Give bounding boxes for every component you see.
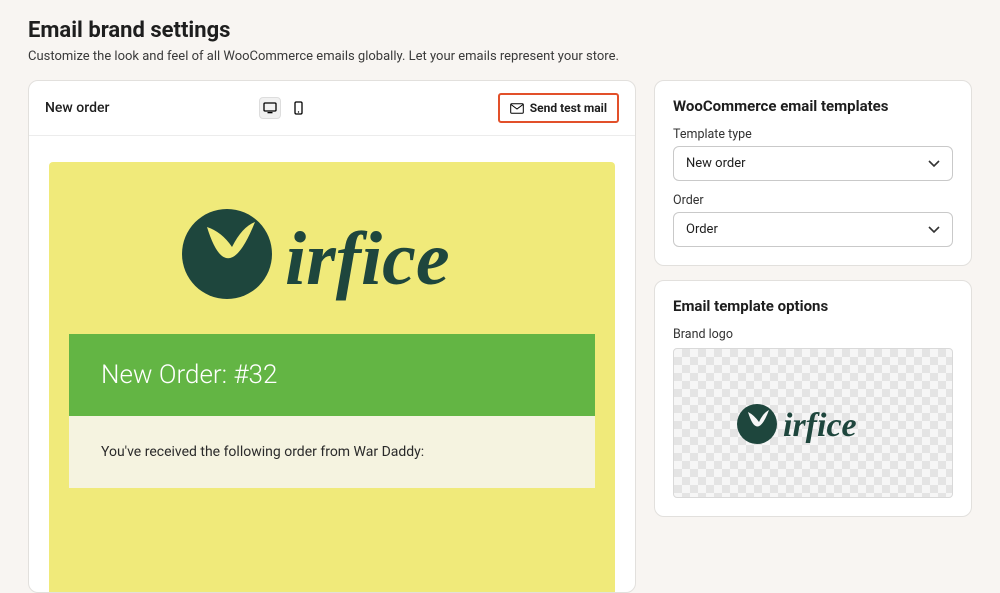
svg-text:irfice: irfice (285, 217, 450, 301)
preview-toolbar: New order Send test mail (29, 81, 635, 136)
desktop-view-button[interactable] (259, 97, 281, 119)
templates-section: WooCommerce email templates Template typ… (654, 80, 972, 266)
order-select-value: Order (686, 222, 718, 237)
desktop-icon (263, 102, 277, 114)
chevron-down-icon (928, 160, 940, 168)
page-subtitle: Customize the look and feel of all WooCo… (28, 49, 972, 64)
order-label: Order (673, 193, 953, 208)
template-type-label: Template type (673, 127, 953, 142)
order-select[interactable]: Order (673, 212, 953, 247)
preview-title: New order (45, 100, 245, 116)
email-preview-card: New order Send test mail (28, 80, 636, 593)
send-test-mail-label: Send test mail (530, 101, 607, 115)
mobile-view-button[interactable] (287, 97, 309, 119)
send-test-mail-button[interactable]: Send test mail (498, 93, 619, 123)
options-section: Email template options Brand logo irfice (654, 280, 972, 517)
page-title: Email brand settings (28, 18, 972, 43)
options-section-title: Email template options (673, 297, 953, 315)
order-body-text: You've received the following order from… (69, 416, 595, 488)
brand-logo-label: Brand logo (673, 327, 953, 342)
email-preview-frame: irfice New Order: #32 You've received th… (49, 162, 615, 592)
template-type-select[interactable]: New order (673, 146, 953, 181)
order-banner: New Order: #32 (69, 334, 595, 416)
chevron-down-icon (928, 226, 940, 234)
svg-text:irfice: irfice (783, 407, 857, 444)
brand-logo-preview[interactable]: irfice (673, 348, 953, 498)
envelope-icon (510, 103, 524, 114)
template-type-value: New order (686, 156, 746, 171)
brand-logo-large: irfice (69, 192, 595, 312)
mobile-icon (294, 101, 303, 115)
templates-section-title: WooCommerce email templates (673, 97, 953, 115)
